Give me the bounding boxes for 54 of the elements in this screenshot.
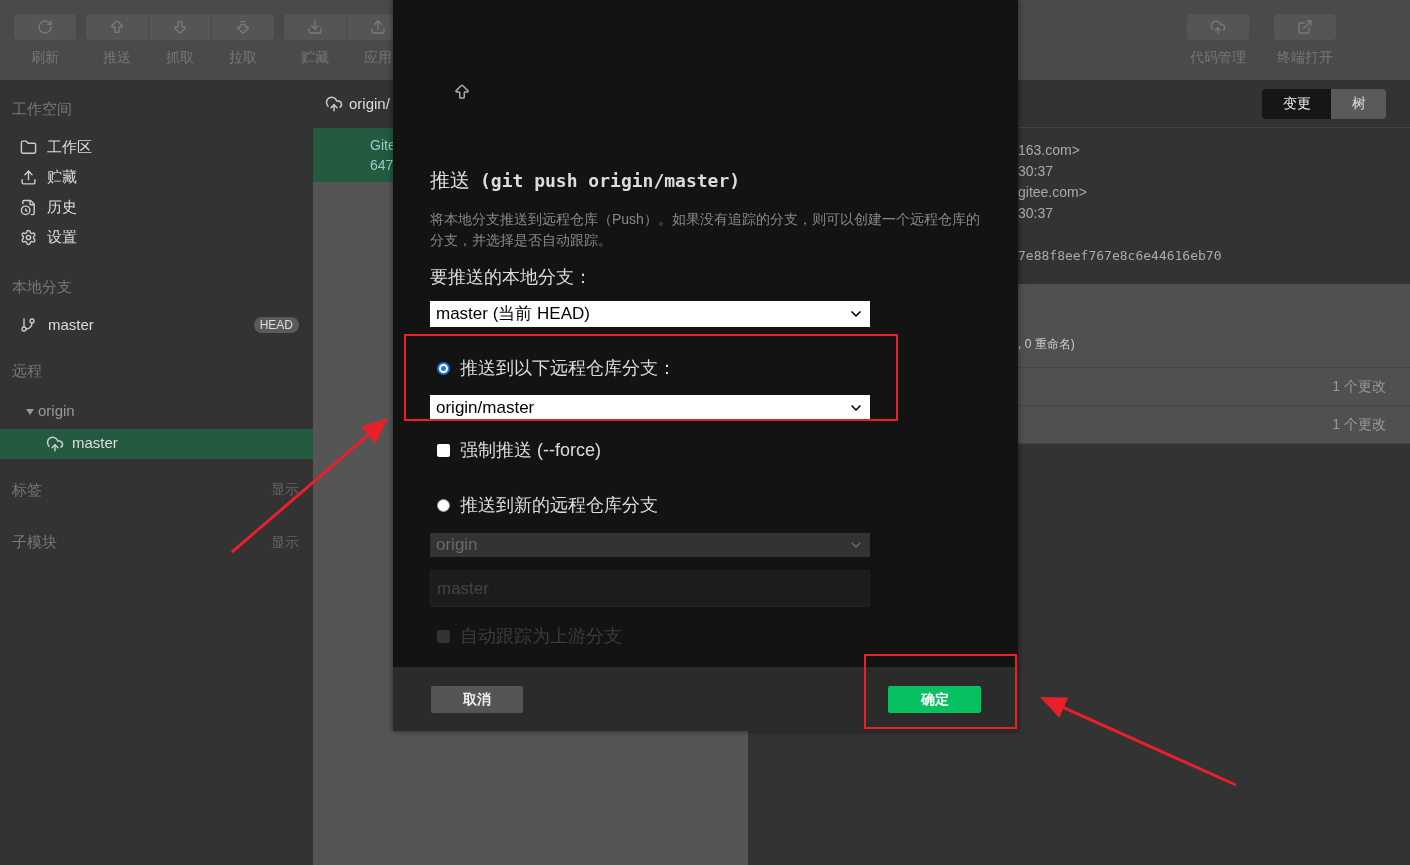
section-title: 标签 [12, 479, 42, 500]
checkbox[interactable] [437, 444, 450, 457]
push-arrow-icon [453, 83, 471, 101]
branch-icon [20, 317, 36, 333]
detail-text: 163.com> [1018, 141, 1081, 160]
detail-text: gitee.com> [1018, 183, 1088, 202]
branch-item[interactable]: master HEAD [0, 312, 313, 338]
sidebar-item[interactable]: 历史 [0, 196, 313, 219]
arrow-down-icon [172, 19, 188, 35]
sidebar-item[interactable]: 贮藏 [0, 166, 313, 189]
tray-upload-icon [20, 169, 37, 186]
commit-hash: 7e88f8eef767e8c6e44616eb70 [1018, 247, 1223, 265]
section-title: 本地分支 [11, 276, 73, 297]
dialog-description: 将本地分支推送到远程仓库（Push）。如果没有追踪的分支，则可以创建一个远程仓库的分支，并选择是否自动跟踪。 [430, 210, 980, 250]
select-field[interactable]: master (当前 HEAD) [430, 301, 870, 327]
radio-button[interactable] [437, 362, 450, 375]
remote-item[interactable]: origin [0, 400, 313, 423]
caret-down-icon [26, 408, 34, 415]
arrow-down-icon [235, 19, 251, 35]
radio-label: 推送到以下远程仓库分支： [460, 357, 676, 380]
section-title: 工作空间 [11, 99, 73, 119]
tray-upload-icon [370, 19, 386, 35]
checkbox[interactable] [437, 630, 450, 643]
detail-text: 30:37 [1018, 162, 1055, 181]
section-title: 子模块 [12, 532, 57, 552]
confirm-button[interactable]: 确定 [888, 685, 981, 713]
radio-label: 推送到新的远程仓库分支 [460, 494, 658, 517]
field-label: 要推送的本地分支： [430, 266, 593, 289]
checkbox-label: 强制推送 (--force) [460, 439, 601, 462]
folder-icon [20, 139, 37, 156]
history-icon [20, 199, 37, 216]
remote-branch-item[interactable]: master [0, 428, 313, 459]
view-tab[interactable]: 变更 [1262, 88, 1331, 119]
cancel-button[interactable]: 取消 [431, 685, 523, 713]
cloud-icon [325, 95, 343, 113]
view-tab[interactable]: 树 [1331, 88, 1386, 119]
cloud-icon [46, 434, 64, 453]
sidebar-item[interactable]: 工作区 [0, 136, 313, 159]
cloud-upload-icon [1210, 19, 1226, 35]
tray-download-icon [307, 19, 323, 35]
sidebar-item[interactable]: 设置 [0, 226, 313, 249]
radio-button[interactable] [437, 499, 450, 512]
branch-header: origin/ [349, 93, 390, 114]
head-badge: HEAD [253, 317, 299, 333]
section-title: 远程 [11, 361, 43, 381]
arrow-up-icon [109, 19, 125, 35]
refresh-icon [37, 19, 53, 35]
select-field[interactable]: origin/master [430, 395, 870, 421]
settings-icon [20, 229, 37, 246]
change-summary: , 0 重命名) [1018, 336, 1075, 353]
dialog-title: 推送 [430, 168, 470, 193]
dialog-command: (git push origin/master) [480, 169, 741, 193]
detail-text: 30:37 [1018, 204, 1055, 223]
external-link-icon [1297, 19, 1313, 35]
